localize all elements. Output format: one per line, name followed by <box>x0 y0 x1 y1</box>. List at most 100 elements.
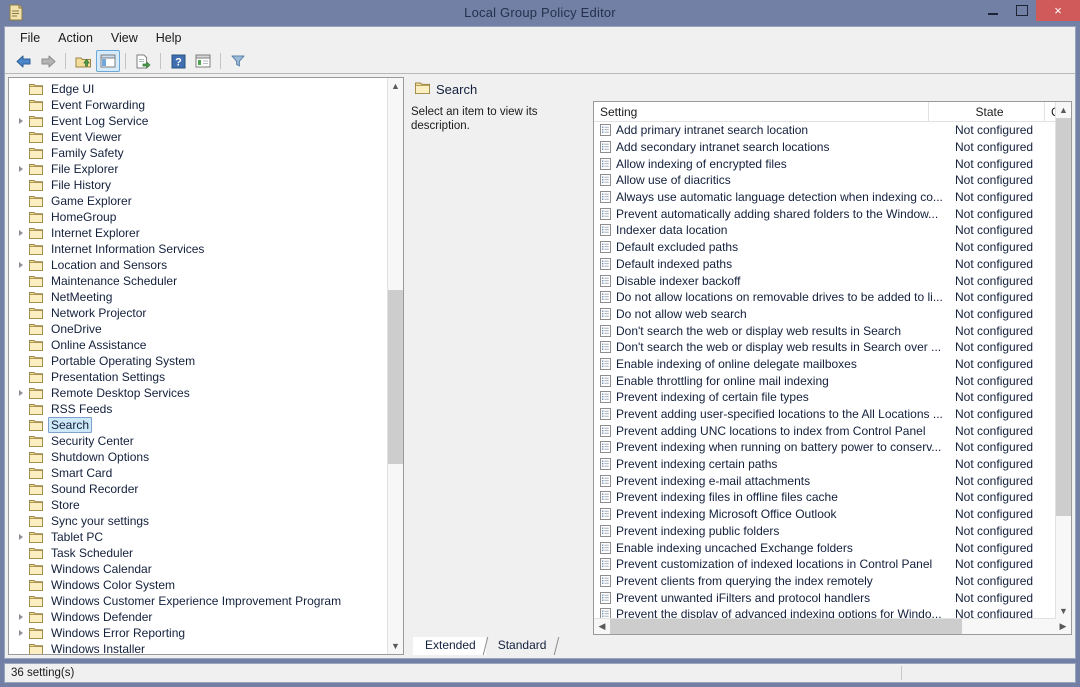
column-header-state[interactable]: State <box>929 102 1045 121</box>
tree-item-location-and-sensors[interactable]: Location and Sensors <box>9 257 403 273</box>
scroll-left-icon[interactable]: ◀ <box>594 619 610 634</box>
tree-item-windows-error-reporting[interactable]: Windows Error Reporting <box>9 625 403 641</box>
tree-item-security-center[interactable]: Security Center <box>9 433 403 449</box>
tree-item-portable-operating-system[interactable]: Portable Operating System <box>9 353 403 369</box>
tree-item-tablet-pc[interactable]: Tablet PC <box>9 529 403 545</box>
list-scroll-thumb[interactable] <box>1056 118 1071 516</box>
list-item[interactable]: Do not allow web search Not configured <box>594 306 1071 323</box>
list-item[interactable]: Enable throttling for online mail indexi… <box>594 372 1071 389</box>
tree-item-windows-defender[interactable]: Windows Defender <box>9 609 403 625</box>
tree-item-network-projector[interactable]: Network Projector <box>9 305 403 321</box>
filter-icon[interactable] <box>226 50 250 72</box>
menu-view[interactable]: View <box>102 29 147 47</box>
scroll-up-icon[interactable]: ▲ <box>388 78 403 94</box>
list-item[interactable]: Prevent indexing e-mail attachments Not c… <box>594 472 1071 489</box>
help-icon[interactable]: ? <box>166 50 190 72</box>
tree-item-windows-calendar[interactable]: Windows Calendar <box>9 561 403 577</box>
list-item[interactable]: Prevent adding UNC locations to index fr… <box>594 422 1071 439</box>
expand-chevron-icon[interactable] <box>13 230 29 236</box>
list-scroll-track[interactable] <box>1056 118 1071 603</box>
tree-item-family-safety[interactable]: Family Safety <box>9 145 403 161</box>
list-item[interactable]: Default excluded paths Not configured <box>594 239 1071 256</box>
show-hide-tree-icon[interactable] <box>96 50 120 72</box>
console-tree[interactable]: Edge UI Event Forwarding Event Log Service… <box>9 78 403 654</box>
list-item[interactable]: Enable indexing of online delegate mailb… <box>594 356 1071 373</box>
tree-item-sound-recorder[interactable]: Sound Recorder <box>9 481 403 497</box>
list-horizontal-scrollbar[interactable]: ◀ ▶ <box>594 618 1071 634</box>
tree-item-maintenance-scheduler[interactable]: Maintenance Scheduler <box>9 273 403 289</box>
list-item[interactable]: Allow use of diacritics Not configured <box>594 172 1071 189</box>
tree-scroll-track[interactable] <box>388 94 403 638</box>
tree-item-shutdown-options[interactable]: Shutdown Options <box>9 449 403 465</box>
scroll-up-icon[interactable]: ▲ <box>1056 102 1071 118</box>
maximize-button[interactable] <box>1007 0 1036 21</box>
expand-chevron-icon[interactable] <box>13 166 29 172</box>
list-item[interactable]: Add secondary intranet search locations N… <box>594 139 1071 156</box>
list-item[interactable]: Prevent indexing files in offline files … <box>594 489 1071 506</box>
list-item[interactable]: Indexer data location Not configured <box>594 222 1071 239</box>
tree-item-rss-feeds[interactable]: RSS Feeds <box>9 401 403 417</box>
list-item[interactable]: Add primary intranet search location Not … <box>594 122 1071 139</box>
tree-item-online-assistance[interactable]: Online Assistance <box>9 337 403 353</box>
export-list-icon[interactable] <box>131 50 155 72</box>
expand-chevron-icon[interactable] <box>13 262 29 268</box>
list-item[interactable]: Prevent automatically adding shared fold… <box>594 205 1071 222</box>
tree-item-task-scheduler[interactable]: Task Scheduler <box>9 545 403 561</box>
list-item[interactable]: Prevent unwanted iFilters and protocol h… <box>594 589 1071 606</box>
list-item[interactable]: Prevent the display of advanced indexing… <box>594 606 1071 618</box>
hscroll-thumb[interactable] <box>610 619 962 634</box>
scroll-right-icon[interactable]: ▶ <box>1055 619 1071 634</box>
list-item[interactable]: Prevent indexing certain paths Not config… <box>594 456 1071 473</box>
expand-chevron-icon[interactable] <box>13 534 29 540</box>
tree-item-event-forwarding[interactable]: Event Forwarding <box>9 97 403 113</box>
hscroll-track[interactable] <box>610 619 1055 634</box>
list-item[interactable]: Prevent customization of indexed locatio… <box>594 556 1071 573</box>
tree-item-presentation-settings[interactable]: Presentation Settings <box>9 369 403 385</box>
scroll-down-icon[interactable]: ▼ <box>1056 603 1071 619</box>
list-item[interactable]: Do not allow locations on removable driv… <box>594 289 1071 306</box>
list-item[interactable]: Disable indexer backoff Not configured <box>594 272 1071 289</box>
list-item[interactable]: Prevent clients from querying the index … <box>594 573 1071 590</box>
tree-item-internet-explorer[interactable]: Internet Explorer <box>9 225 403 241</box>
close-button[interactable]: × <box>1036 0 1080 21</box>
list-item[interactable]: Default indexed paths Not configured <box>594 256 1071 273</box>
tree-item-event-viewer[interactable]: Event Viewer <box>9 129 403 145</box>
tree-item-windows-installer[interactable]: Windows Installer <box>9 641 403 654</box>
tree-scroll-thumb[interactable] <box>388 289 403 464</box>
list-item[interactable]: Prevent indexing when running on battery… <box>594 439 1071 456</box>
list-item[interactable]: Always use automatic language detection … <box>594 189 1071 206</box>
tree-item-internet-information-services[interactable]: Internet Information Services <box>9 241 403 257</box>
menu-file[interactable]: File <box>11 29 49 47</box>
tree-item-windows-customer-experience-improvement-program[interactable]: Windows Customer Experience Improvement … <box>9 593 403 609</box>
menu-help[interactable]: Help <box>147 29 191 47</box>
tree-item-homegroup[interactable]: HomeGroup <box>9 209 403 225</box>
back-icon[interactable] <box>11 50 35 72</box>
expand-chevron-icon[interactable] <box>13 614 29 620</box>
list-rows[interactable]: Add primary intranet search location Not … <box>594 122 1071 618</box>
list-item[interactable]: Prevent indexing of certain file types No… <box>594 389 1071 406</box>
list-item[interactable]: Don't search the web or display web resu… <box>594 339 1071 356</box>
expand-chevron-icon[interactable] <box>13 630 29 636</box>
tree-item-event-log-service[interactable]: Event Log Service <box>9 113 403 129</box>
scroll-down-icon[interactable]: ▼ <box>388 638 403 654</box>
menu-action[interactable]: Action <box>49 29 102 47</box>
tree-item-netmeeting[interactable]: NetMeeting <box>9 289 403 305</box>
expand-chevron-icon[interactable] <box>13 118 29 124</box>
minimize-button[interactable] <box>978 0 1007 21</box>
tab-extended[interactable]: Extended <box>409 637 489 655</box>
list-item[interactable]: Enable indexing uncached Exchange folder… <box>594 539 1071 556</box>
tab-standard[interactable]: Standard <box>482 637 560 655</box>
tree-item-onedrive[interactable]: OneDrive <box>9 321 403 337</box>
tree-item-edge-ui[interactable]: Edge UI <box>9 81 403 97</box>
list-item[interactable]: Prevent adding user-specified locations … <box>594 406 1071 423</box>
tree-item-remote-desktop-services[interactable]: Remote Desktop Services <box>9 385 403 401</box>
tree-item-file-explorer[interactable]: File Explorer <box>9 161 403 177</box>
tree-vertical-scrollbar[interactable]: ▲ ▼ <box>387 78 403 654</box>
tree-item-store[interactable]: Store <box>9 497 403 513</box>
tree-item-smart-card[interactable]: Smart Card <box>9 465 403 481</box>
forward-icon[interactable] <box>36 50 60 72</box>
tree-item-file-history[interactable]: File History <box>9 177 403 193</box>
list-item[interactable]: Prevent indexing Microsoft Office Outloo… <box>594 506 1071 523</box>
tree-item-search[interactable]: Search <box>9 417 403 433</box>
tree-item-sync-your-settings[interactable]: Sync your settings <box>9 513 403 529</box>
